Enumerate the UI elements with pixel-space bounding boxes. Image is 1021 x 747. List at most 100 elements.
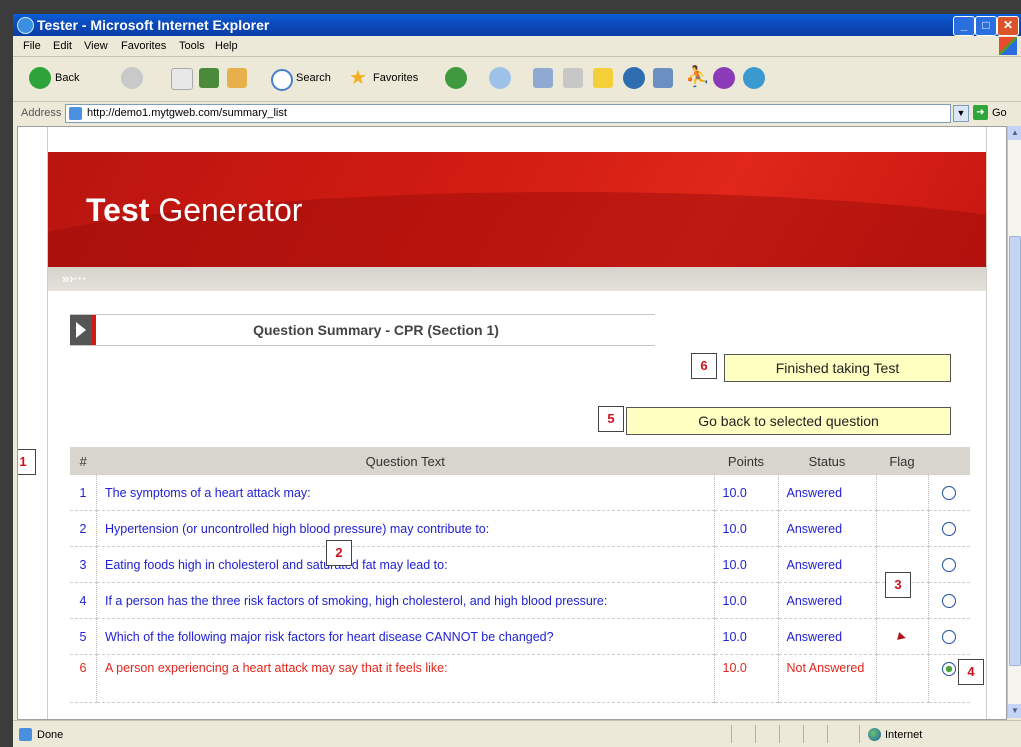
- question-table: # Question Text Points Status Flag 1 The …: [70, 447, 970, 703]
- stop-icon[interactable]: [171, 68, 193, 90]
- select-radio[interactable]: [942, 629, 957, 644]
- close-button[interactable]: ✕: [997, 16, 1019, 36]
- question-flag[interactable]: [875, 510, 928, 547]
- search-label[interactable]: Search: [296, 72, 331, 84]
- question-number: 6: [70, 654, 97, 703]
- question-text[interactable]: If a person has the three risk factors o…: [96, 582, 714, 619]
- question-flag[interactable]: [875, 654, 928, 703]
- mail-icon[interactable]: [489, 67, 511, 89]
- back-label[interactable]: Back: [55, 72, 79, 84]
- history-icon[interactable]: [445, 67, 467, 89]
- callout-3: 3: [885, 572, 911, 598]
- question-select[interactable]: [927, 510, 970, 547]
- question-text[interactable]: Hypertension (or uncontrolled high blood…: [96, 510, 714, 547]
- menu-view[interactable]: View: [84, 40, 108, 52]
- edit-icon[interactable]: [563, 68, 583, 88]
- question-select[interactable]: [927, 582, 970, 619]
- address-dropdown-icon[interactable]: ▼: [953, 105, 969, 122]
- address-url[interactable]: http://demo1.mytgweb.com/summary_list: [87, 107, 287, 119]
- callout-4: 4: [958, 659, 984, 685]
- app-logo: Test Generator: [86, 192, 302, 229]
- toolbar: Back Search ★ Favorites ⛹: [13, 57, 1021, 102]
- select-radio[interactable]: [942, 557, 957, 572]
- question-points: 10.0: [713, 510, 778, 547]
- go-button[interactable]: Go: [992, 107, 1007, 119]
- scroll-up-icon[interactable]: ▲: [1008, 126, 1021, 140]
- research-icon[interactable]: [653, 68, 673, 88]
- minimize-button[interactable]: _: [953, 16, 975, 36]
- ie-icon: [17, 17, 34, 34]
- question-status: Answered: [777, 475, 876, 511]
- title-bar[interactable]: Tester - Microsoft Internet Explorer _ □…: [13, 14, 1021, 36]
- table-row[interactable]: 4 If a person has the three risk factors …: [70, 582, 970, 619]
- forward-arrow-icon[interactable]: [121, 67, 143, 89]
- back-arrow-icon[interactable]: [29, 67, 51, 89]
- question-status: Answered: [777, 546, 876, 583]
- col-points: Points: [714, 447, 778, 475]
- go-arrow-icon[interactable]: ➜: [973, 105, 988, 120]
- col-number: #: [70, 447, 97, 475]
- select-radio[interactable]: [942, 485, 957, 500]
- menu-tools[interactable]: Tools: [179, 40, 205, 52]
- table-row[interactable]: 2 Hypertension (or uncontrolled high bloo…: [70, 510, 970, 547]
- go-back-button[interactable]: Go back to selected question: [626, 407, 951, 435]
- page-title: Question Summary - CPR (Section 1): [253, 322, 499, 338]
- question-text[interactable]: The symptoms of a heart attack may:: [96, 475, 714, 511]
- menu-file[interactable]: File: [23, 40, 41, 52]
- select-radio[interactable]: [942, 593, 957, 608]
- heading-arrow-icon: [70, 315, 96, 345]
- print-icon[interactable]: [533, 68, 553, 88]
- question-select[interactable]: [927, 546, 970, 583]
- question-select[interactable]: [927, 475, 970, 511]
- question-flag[interactable]: [875, 475, 928, 511]
- flag-icon[interactable]: [897, 631, 907, 642]
- question-flag[interactable]: [875, 618, 928, 655]
- chevrons-icon: »›···: [62, 271, 87, 286]
- address-input[interactable]: http://demo1.mytgweb.com/summary_list: [65, 104, 951, 123]
- question-points: 10.0: [713, 582, 778, 619]
- question-text[interactable]: A person experiencing a heart attack may…: [96, 654, 714, 703]
- scroll-thumb[interactable]: [1009, 236, 1021, 666]
- question-status: Not Answered: [777, 654, 876, 703]
- section-heading: Question Summary - CPR (Section 1): [70, 314, 655, 346]
- col-select: [928, 447, 970, 475]
- vertical-scrollbar[interactable]: ▲ ▼: [1007, 126, 1021, 718]
- favorites-star-icon[interactable]: ★: [349, 65, 367, 90]
- question-points: 10.0: [713, 475, 778, 511]
- table-row[interactable]: 5 Which of the following major risk facto…: [70, 618, 970, 655]
- question-points: 10.0: [713, 546, 778, 583]
- notes-icon[interactable]: [593, 68, 613, 88]
- select-radio[interactable]: [942, 521, 957, 536]
- col-flag: Flag: [876, 447, 928, 475]
- question-number: 2: [70, 510, 97, 547]
- messenger-icon[interactable]: [623, 67, 645, 89]
- menu-help[interactable]: Help: [215, 40, 238, 52]
- table-row[interactable]: 6A person experiencing a heart attack ma…: [70, 654, 970, 703]
- menu-edit[interactable]: Edit: [53, 40, 72, 52]
- page-done-icon: [19, 728, 32, 741]
- scroll-down-icon[interactable]: ▼: [1008, 704, 1021, 718]
- emoticon-icon[interactable]: [713, 67, 735, 89]
- question-text[interactable]: Which of the following major risk factor…: [96, 618, 714, 655]
- refresh-icon[interactable]: [199, 68, 219, 88]
- question-select[interactable]: [927, 618, 970, 655]
- contacts-icon[interactable]: [743, 67, 765, 89]
- search-icon[interactable]: [271, 69, 293, 91]
- select-radio[interactable]: [942, 661, 957, 676]
- menu-bar: File Edit View Favorites Tools Help: [13, 36, 1021, 57]
- finished-test-button[interactable]: Finished taking Test: [724, 354, 951, 382]
- address-bar: Address http://demo1.mytgweb.com/summary…: [13, 102, 1021, 124]
- windows-logo-icon: [999, 37, 1017, 55]
- page-content: Test Generator »›··· Question Summary - …: [17, 126, 1007, 720]
- nav-strip: »›···: [48, 267, 986, 291]
- question-number: 1: [70, 475, 97, 511]
- question-text[interactable]: Eating foods high in cholesterol and sat…: [96, 546, 714, 583]
- table-row[interactable]: 3 Eating foods high in cholesterol and sa…: [70, 546, 970, 583]
- question-number: 4: [70, 582, 97, 619]
- maximize-button[interactable]: □: [975, 16, 997, 36]
- person-icon[interactable]: ⛹: [685, 64, 710, 89]
- table-row[interactable]: 1 The symptoms of a heart attack may: 10.0…: [70, 475, 970, 511]
- favorites-label[interactable]: Favorites: [373, 72, 418, 84]
- menu-favorites[interactable]: Favorites: [121, 40, 166, 52]
- home-icon[interactable]: [227, 68, 247, 88]
